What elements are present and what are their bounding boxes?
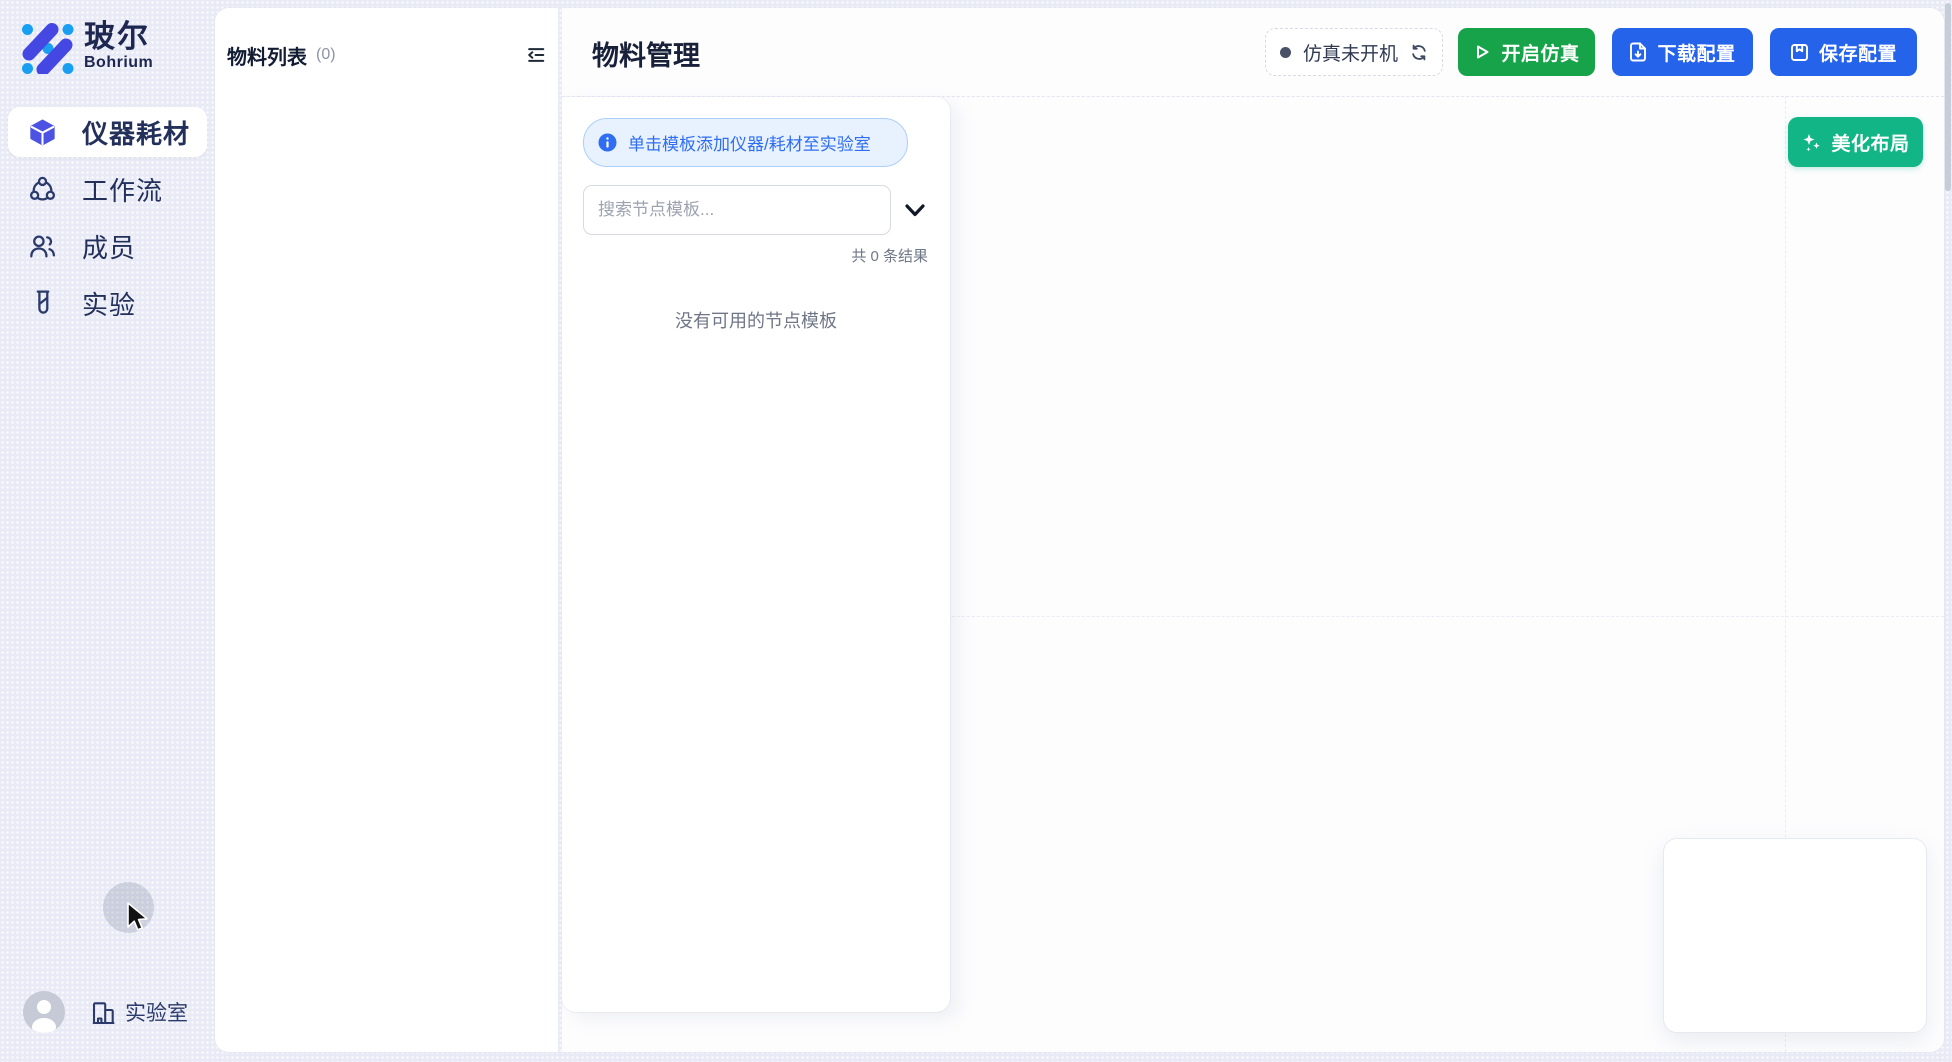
save-config-button[interactable]: 保存配置 <box>1770 28 1917 76</box>
info-icon <box>598 133 617 152</box>
play-icon <box>1473 43 1491 61</box>
page-title: 物料管理 <box>592 34 700 73</box>
materials-list-header: 物料列表 (0) <box>227 42 546 68</box>
sidebar-item-experiments[interactable]: 实验 <box>8 278 207 328</box>
sidebar-item-label: 成员 <box>82 228 136 265</box>
banner-text: 单击模板添加仪器/耗材至实验室 <box>628 130 871 155</box>
results-count: 共 0 条结果 <box>851 245 928 266</box>
main-canvas-area: 物料管理 仿真未开机 开启仿真 下载配置 <box>562 8 1944 1052</box>
building-icon <box>92 1000 115 1025</box>
sidebar-item-label: 工作流 <box>82 171 163 208</box>
person-icon <box>23 991 65 1033</box>
collapse-panel-icon[interactable] <box>526 45 546 65</box>
mouse-cursor <box>126 902 150 934</box>
brand-logo: 玻尔 Bohrium <box>18 16 153 74</box>
lab-switcher[interactable]: 实验室 <box>92 997 188 1027</box>
refresh-icon[interactable] <box>1410 43 1428 62</box>
members-icon <box>28 232 57 261</box>
cube-icon <box>28 118 57 147</box>
sidebar-item-instruments[interactable]: 仪器耗材 <box>8 107 207 157</box>
sparkles-icon <box>1801 132 1822 153</box>
sidebar-footer: 实验室 <box>0 985 215 1045</box>
file-download-icon <box>1629 42 1647 62</box>
sidebar-item-members[interactable]: 成员 <box>8 221 207 271</box>
materials-list-panel: 物料列表 (0) <box>215 8 558 1052</box>
status-label: 仿真未开机 <box>1303 39 1398 66</box>
chevron-down-icon[interactable] <box>903 201 927 221</box>
sidebar-nav: 仪器耗材 工作流 成员 <box>8 107 207 335</box>
search-template-input[interactable] <box>583 185 891 235</box>
status-dot-icon <box>1280 47 1291 58</box>
sidebar-item-workflow[interactable]: 工作流 <box>8 164 207 214</box>
start-simulation-label: 开启仿真 <box>1501 39 1579 66</box>
empty-templates-message: 没有可用的节点模板 <box>562 307 950 333</box>
user-avatar[interactable] <box>23 991 65 1033</box>
minimap-panel[interactable] <box>1663 838 1927 1033</box>
materials-list-count: (0) <box>316 46 336 64</box>
bohrium-logo-icon <box>18 16 76 74</box>
brand-name: 玻尔 <box>84 20 153 54</box>
simulation-status-pill: 仿真未开机 <box>1265 28 1443 76</box>
scrollbar-thumb[interactable] <box>1945 3 1951 191</box>
experiment-icon <box>28 289 57 318</box>
beautify-layout-label: 美化布局 <box>1831 129 1909 156</box>
save-config-label: 保存配置 <box>1819 39 1897 66</box>
beautify-layout-button[interactable]: 美化布局 <box>1788 117 1923 167</box>
workflow-icon <box>28 175 57 204</box>
content-area: 物料列表 (0) 物料管理 仿真未开机 <box>215 8 1944 1052</box>
download-config-label: 下载配置 <box>1657 39 1735 66</box>
sidebar-item-label: 仪器耗材 <box>82 114 190 151</box>
info-banner: 单击模板添加仪器/耗材至实验室 <box>583 118 908 167</box>
sidebar-item-label: 实验 <box>82 285 136 322</box>
node-template-panel: 单击模板添加仪器/耗材至实验室 共 0 条结果 没有可用的节点模板 <box>562 97 950 1012</box>
save-icon <box>1790 43 1809 62</box>
lab-label: 实验室 <box>125 997 188 1027</box>
materials-list-title: 物料列表 <box>227 41 307 70</box>
brand-subtitle: Bohrium <box>84 54 153 72</box>
download-config-button[interactable]: 下载配置 <box>1612 28 1753 76</box>
start-simulation-button[interactable]: 开启仿真 <box>1458 28 1595 76</box>
